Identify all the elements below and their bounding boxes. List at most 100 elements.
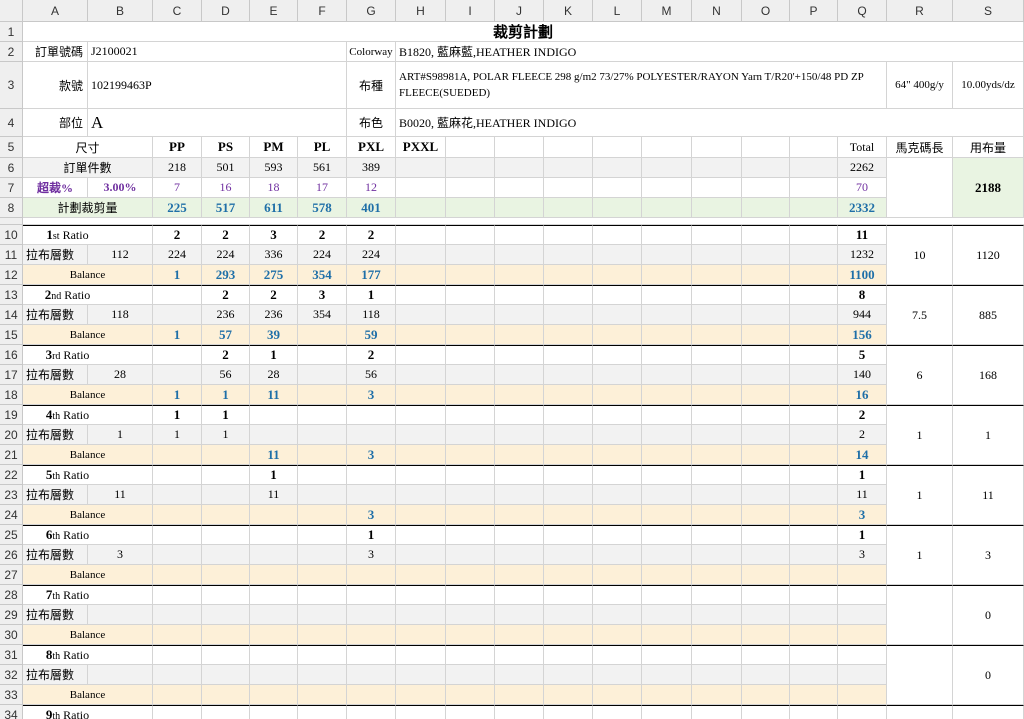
- color-value[interactable]: B0020, 藍麻花,HEATHER INDIGO: [396, 109, 1024, 137]
- ratio-5-PM[interactable]: 1: [250, 465, 298, 485]
- cell[interactable]: [544, 345, 593, 365]
- qty-5-PL[interactable]: [298, 485, 347, 505]
- cell[interactable]: [593, 198, 642, 218]
- cell[interactable]: [742, 485, 790, 505]
- qty-5-PS[interactable]: [202, 485, 250, 505]
- cell[interactable]: [446, 585, 495, 605]
- cell[interactable]: [593, 525, 642, 545]
- cell[interactable]: [593, 445, 642, 465]
- cell[interactable]: [446, 225, 495, 245]
- cell[interactable]: [742, 605, 790, 625]
- row-header-31[interactable]: 31: [0, 645, 23, 665]
- qty-2-total[interactable]: 944: [838, 305, 887, 325]
- row-header-22[interactable]: 22: [0, 465, 23, 485]
- cell[interactable]: [495, 405, 544, 425]
- ratio-5-PS[interactable]: [202, 465, 250, 485]
- cell[interactable]: [446, 178, 495, 198]
- cell[interactable]: [692, 645, 742, 665]
- ratio-5-total[interactable]: 1: [838, 465, 887, 485]
- balance-6-PM[interactable]: [250, 565, 298, 585]
- qty-2-PXL[interactable]: 118: [347, 305, 396, 325]
- ratio-1-PP[interactable]: 2: [153, 225, 202, 245]
- qty-1-PXL[interactable]: 224: [347, 245, 396, 265]
- layers-8[interactable]: [88, 665, 153, 685]
- cell[interactable]: [642, 465, 692, 485]
- qty-4-PXL[interactable]: [347, 425, 396, 445]
- color-label[interactable]: 布色: [347, 109, 396, 137]
- balance-1-PL[interactable]: 354: [298, 265, 347, 285]
- cell[interactable]: [593, 345, 642, 365]
- column-header-F[interactable]: F: [298, 0, 347, 22]
- cell[interactable]: [742, 565, 790, 585]
- ratio-8-PM[interactable]: [250, 645, 298, 665]
- cell[interactable]: [544, 705, 593, 719]
- fabric-spec[interactable]: 64" 400g/y: [887, 62, 953, 109]
- qty-5-PP[interactable]: [153, 485, 202, 505]
- cell[interactable]: [544, 685, 593, 705]
- column-header-J[interactable]: J: [495, 0, 544, 22]
- cell[interactable]: [790, 158, 838, 178]
- row-header-18[interactable]: 18: [0, 385, 23, 405]
- cell[interactable]: [790, 425, 838, 445]
- marker-length-3[interactable]: 6: [887, 345, 953, 405]
- cell[interactable]: [544, 365, 593, 385]
- column-header-B[interactable]: B: [88, 0, 153, 22]
- cell[interactable]: [742, 137, 790, 158]
- column-header-Q[interactable]: Q: [838, 0, 887, 22]
- qty-1-PM[interactable]: 336: [250, 245, 298, 265]
- cell[interactable]: [495, 505, 544, 525]
- planned-cut-PP[interactable]: 225: [153, 198, 202, 218]
- order-qty-PL[interactable]: 561: [298, 158, 347, 178]
- cell[interactable]: [642, 565, 692, 585]
- qty-1-PS[interactable]: 224: [202, 245, 250, 265]
- qty-7-PM[interactable]: [250, 605, 298, 625]
- cell[interactable]: [790, 505, 838, 525]
- balance-5-PM[interactable]: [250, 505, 298, 525]
- cell[interactable]: [742, 645, 790, 665]
- cell[interactable]: [593, 485, 642, 505]
- row-header-23[interactable]: 23: [0, 485, 23, 505]
- style-value[interactable]: 102199463P: [88, 62, 347, 109]
- cell[interactable]: [446, 405, 495, 425]
- column-header-K[interactable]: K: [544, 0, 593, 22]
- cell[interactable]: [593, 665, 642, 685]
- cell[interactable]: [742, 465, 790, 485]
- order-qty-PP[interactable]: 218: [153, 158, 202, 178]
- qty-3-PL[interactable]: [298, 365, 347, 385]
- fabric-usage-4[interactable]: 1: [953, 405, 1024, 465]
- qty-6-PM[interactable]: [250, 545, 298, 565]
- cell[interactable]: [790, 625, 838, 645]
- ratio-4-PL[interactable]: [298, 405, 347, 425]
- cell[interactable]: [742, 225, 790, 245]
- balance-5-total[interactable]: 3: [838, 505, 887, 525]
- qty-6-total[interactable]: 3: [838, 545, 887, 565]
- marker-length-4[interactable]: 1: [887, 405, 953, 465]
- cell[interactable]: [593, 465, 642, 485]
- balance-label-4[interactable]: Balance: [23, 445, 153, 465]
- cell[interactable]: [642, 665, 692, 685]
- cell[interactable]: [495, 305, 544, 325]
- planned-cut-PS[interactable]: 517: [202, 198, 250, 218]
- size-header-PXXL[interactable]: PXXL: [396, 137, 446, 158]
- balance-1-PS[interactable]: 293: [202, 265, 250, 285]
- ratio-4-PM[interactable]: [250, 405, 298, 425]
- balance-1-PM[interactable]: 275: [250, 265, 298, 285]
- cell[interactable]: [742, 665, 790, 685]
- row-header-34[interactable]: 34: [0, 705, 23, 719]
- cell[interactable]: [446, 445, 495, 465]
- cell[interactable]: [742, 245, 790, 265]
- cell[interactable]: [790, 285, 838, 305]
- cell[interactable]: [495, 465, 544, 485]
- fabric-usage-8[interactable]: 0: [953, 645, 1024, 705]
- fabric-usage-1[interactable]: 1120: [953, 225, 1024, 285]
- ratio-1-PM[interactable]: 3: [250, 225, 298, 245]
- cell[interactable]: [742, 158, 790, 178]
- balance-8-PXL[interactable]: [347, 685, 396, 705]
- row-header-13[interactable]: 13: [0, 285, 23, 305]
- balance-2-PS[interactable]: 57: [202, 325, 250, 345]
- cell[interactable]: [396, 625, 446, 645]
- cell[interactable]: [495, 665, 544, 685]
- ratio-label-6[interactable]: 6th Ratio: [23, 525, 153, 545]
- marker-length-8[interactable]: [887, 645, 953, 705]
- column-header-S[interactable]: S: [953, 0, 1024, 22]
